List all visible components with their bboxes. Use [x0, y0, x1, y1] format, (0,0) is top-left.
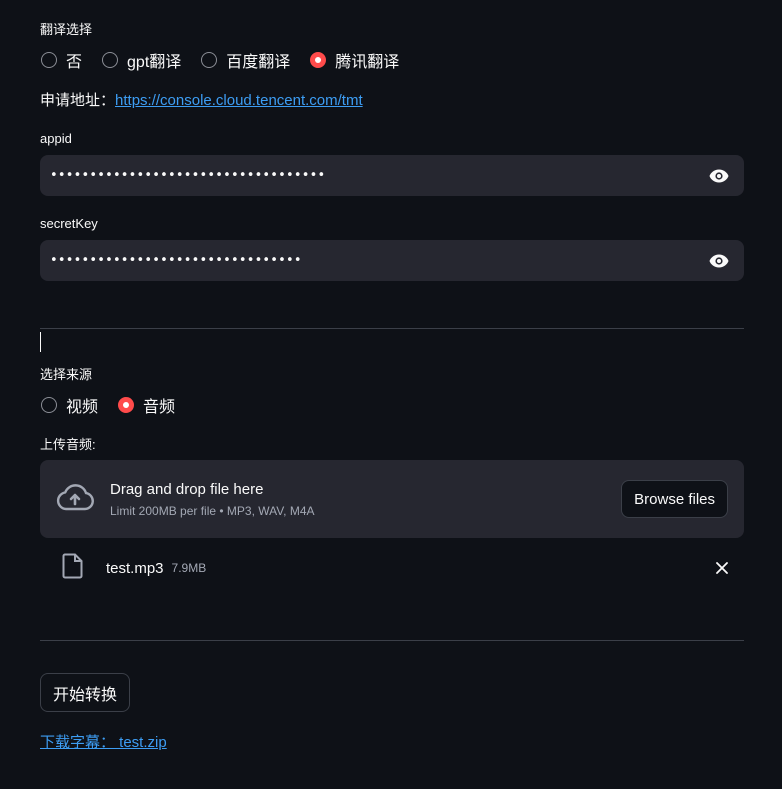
secretkey-label: secretKey [40, 216, 98, 231]
appid-label: appid [40, 131, 72, 146]
app-page: 翻译选择 否 gpt翻译 百度翻译 腾讯翻译 申请地址：https://cons… [0, 0, 782, 789]
radio-circle-selected [118, 397, 135, 413]
upload-label: 上传音频: [40, 437, 96, 452]
apply-url-link[interactable]: https://console.cloud.tencent.com/tmt [115, 92, 363, 109]
file-icon [62, 553, 84, 584]
radio-circle-selected [310, 52, 327, 68]
eye-icon[interactable] [708, 250, 730, 272]
radio-circle [41, 52, 57, 68]
radio-circle [201, 52, 218, 68]
dropzone-text: Drag and drop file here Limit 200MB per … [110, 481, 621, 518]
secretkey-input[interactable]: •••••••••••••••••••••••••••••••• [40, 240, 744, 281]
radio-label: 音频 [143, 399, 176, 416]
radio-circle [41, 397, 57, 413]
source-option-video[interactable]: 视频 [41, 393, 98, 417]
radio-label: 视频 [66, 399, 99, 416]
cloud-upload-icon [56, 483, 94, 516]
apply-line: 申请地址：https://console.cloud.tencent.com/t… [40, 89, 363, 110]
close-icon[interactable] [710, 556, 734, 580]
translation-option-none[interactable]: 否 [41, 48, 82, 72]
source-radio-group: 视频 音频 [41, 393, 195, 417]
apply-prefix: 申请地址： [40, 92, 116, 109]
download-subtitles-link[interactable]: 下载字幕： test.zip [40, 731, 167, 752]
eye-icon[interactable] [708, 165, 730, 187]
secretkey-masked-value: •••••••••••••••••••••••••••••••• [50, 253, 302, 268]
start-convert-button[interactable]: 开始转换 [40, 673, 131, 712]
browse-files-button[interactable]: Browse files [621, 480, 728, 518]
file-size: 7.9MB [171, 561, 207, 575]
divider [40, 328, 744, 329]
translation-option-gpt[interactable]: gpt翻译 [102, 48, 181, 72]
translation-option-tencent[interactable]: 腾讯翻译 [310, 48, 399, 72]
appid-masked-value: ••••••••••••••••••••••••••••••••••• [50, 168, 326, 183]
dropzone-title: Drag and drop file here [110, 480, 264, 498]
file-dropzone[interactable]: Drag and drop file here Limit 200MB per … [40, 460, 744, 538]
divider [40, 640, 744, 641]
source-label: 选择来源 [40, 367, 93, 382]
dropzone-subtitle: Limit 200MB per file • MP3, WAV, M4A [110, 503, 315, 518]
radio-label: gpt翻译 [127, 54, 182, 71]
file-name: test.mp3 [106, 559, 164, 577]
radio-circle [102, 52, 119, 68]
translation-option-baidu[interactable]: 百度翻译 [201, 48, 290, 72]
translation-radio-group: 否 gpt翻译 百度翻译 腾讯翻译 [41, 48, 419, 72]
uploaded-file-row: test.mp3 7.9MB [62, 548, 744, 588]
radio-label: 否 [66, 54, 83, 71]
appid-input[interactable]: ••••••••••••••••••••••••••••••••••• [40, 155, 744, 196]
text-caret [40, 332, 41, 352]
source-option-audio[interactable]: 音频 [118, 393, 175, 417]
radio-label: 腾讯翻译 [335, 54, 400, 71]
translation-label: 翻译选择 [40, 22, 93, 37]
radio-label: 百度翻译 [226, 54, 291, 71]
